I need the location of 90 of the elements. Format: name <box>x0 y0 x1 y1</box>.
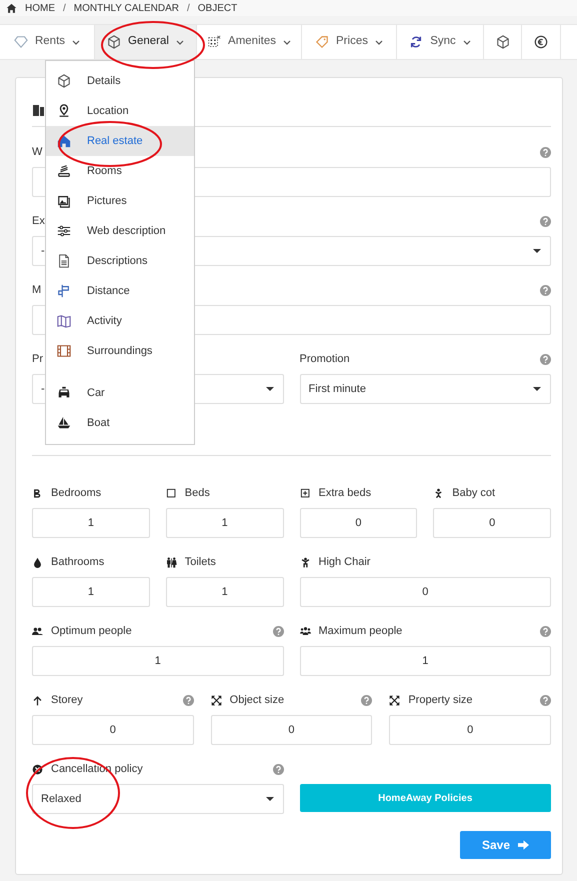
caret-icon <box>282 40 291 44</box>
menu-item[interactable]: Distance <box>46 276 194 306</box>
arrow-right-icon <box>518 840 529 850</box>
caret-icon <box>462 40 471 44</box>
field-label: Storey <box>51 692 83 708</box>
field-label: Baby cot <box>452 486 496 501</box>
menu-item[interactable]: Car <box>46 378 194 408</box>
restroom-icon <box>166 556 177 568</box>
menu-item[interactable]: Real estate <box>46 126 194 156</box>
menu-item[interactable]: Rooms <box>46 156 194 186</box>
expand-icon <box>210 694 222 706</box>
field-label: Beds <box>184 486 210 501</box>
field-label: Property size <box>408 692 473 708</box>
field-label: Pr <box>32 352 43 367</box>
users-icon <box>32 626 43 636</box>
signpost-icon <box>57 284 71 298</box>
sliders-icon <box>57 224 71 238</box>
number-field[interactable]: 1 <box>32 577 150 607</box>
bold-icon <box>32 488 43 498</box>
breadcrumb-link[interactable]: MONTHLY CALENDAR <box>74 0 179 16</box>
grid-icon <box>207 35 222 49</box>
field-label: Object size <box>230 692 284 708</box>
stairs-icon <box>57 164 71 178</box>
users-icon <box>300 626 310 636</box>
sync-icon <box>409 35 424 49</box>
nav-tab[interactable]: General <box>95 25 197 59</box>
pin-icon <box>57 104 71 118</box>
cube-icon <box>57 74 71 88</box>
field-label: Ex <box>32 214 45 229</box>
plus-square-icon <box>300 488 310 498</box>
square-icon <box>166 488 177 498</box>
drop-icon <box>32 556 43 568</box>
menu-item[interactable]: Details <box>46 66 194 96</box>
sailboat-icon <box>57 416 71 430</box>
menu-item[interactable]: Surroundings <box>46 336 194 366</box>
dropdown-caret-icon <box>533 387 541 391</box>
field-label: M <box>32 282 42 298</box>
number-field[interactable]: 1 <box>300 646 551 676</box>
menu-item[interactable]: Boat <box>46 408 194 438</box>
menu-item[interactable]: Activity <box>46 306 194 336</box>
field-label: Bedrooms <box>51 486 102 501</box>
child-icon <box>300 556 310 568</box>
car-icon <box>57 386 71 400</box>
breadcrumb-current[interactable]: OBJECT <box>198 0 238 16</box>
baby-icon <box>433 488 444 498</box>
field-label: Maximum people <box>318 624 402 639</box>
gem-icon <box>14 35 28 49</box>
dropdown-caret-icon <box>266 797 274 801</box>
select-field[interactable]: First minute <box>300 374 551 404</box>
breadcrumb-link[interactable]: HOME <box>25 0 55 16</box>
dropdown-caret-icon <box>533 249 541 253</box>
number-field[interactable]: 1 <box>166 577 284 607</box>
field-label: Extra beds <box>318 486 372 501</box>
document-icon <box>57 254 71 268</box>
number-field[interactable]: 0 <box>433 508 551 538</box>
dropdown-caret-icon <box>266 387 274 391</box>
number-field[interactable]: 0 <box>300 577 551 607</box>
caret-icon <box>374 40 383 44</box>
field-label: Toilets <box>184 554 216 570</box>
number-field[interactable]: 1 <box>32 508 150 538</box>
field-label: Bathrooms <box>51 554 104 570</box>
number-field[interactable]: 0 <box>389 715 551 745</box>
arrow-up-icon <box>32 694 43 706</box>
menu-item[interactable]: Pictures <box>46 186 194 216</box>
map-icon <box>57 314 71 328</box>
number-field[interactable]: 0 <box>32 715 194 745</box>
number-field[interactable]: 0 <box>210 715 372 745</box>
tag-icon <box>315 35 330 49</box>
menu-item[interactable]: Location <box>46 96 194 126</box>
times-circle-icon <box>32 764 43 774</box>
home-icon[interactable] <box>6 3 17 13</box>
expand-icon <box>389 694 400 706</box>
breadcrumb-separator: / <box>63 2 66 16</box>
number-field[interactable]: 1 <box>32 646 284 676</box>
caret-icon <box>176 40 184 44</box>
images-icon <box>57 194 71 208</box>
number-field[interactable]: 0 <box>300 508 418 538</box>
house-icon <box>57 134 71 148</box>
field-label: Promotion <box>300 352 350 367</box>
euro-icon <box>534 35 548 49</box>
field-label: Optimum people <box>51 624 132 639</box>
number-field[interactable]: 1 <box>166 508 284 538</box>
caret-icon <box>72 40 80 44</box>
field-label: High Chair <box>318 554 370 570</box>
cube-icon <box>107 35 122 49</box>
select-field[interactable]: Relaxed <box>32 784 284 814</box>
cube-icon <box>496 35 510 49</box>
breadcrumb-separator: / <box>187 2 190 16</box>
field-label: W <box>32 144 42 160</box>
film-icon <box>57 344 71 358</box>
